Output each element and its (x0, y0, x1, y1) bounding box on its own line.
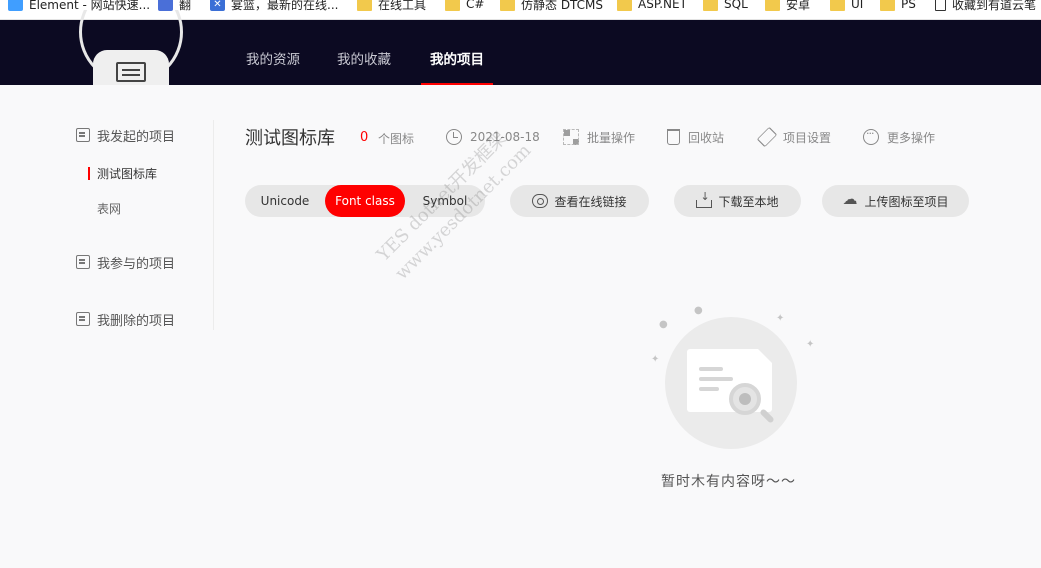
folder-icon (703, 0, 718, 11)
folder-icon (765, 0, 780, 11)
edit-icon (756, 126, 778, 148)
more-icon (863, 127, 879, 145)
sparkle-icon: ✦ (806, 339, 815, 350)
translate-icon (158, 0, 173, 11)
batch-grid-icon (563, 129, 579, 145)
upload-icons-button[interactable]: 上传图标至项目 (822, 185, 969, 217)
bookmark-folder-sql[interactable]: SQL (703, 0, 748, 14)
avatar-badge-icon (116, 62, 146, 82)
bookmark-folder-ps[interactable]: PS (880, 0, 916, 14)
folder-icon (445, 0, 460, 11)
bookmark-folder-aspnet[interactable]: ASP.NET (617, 0, 687, 14)
folder-icon (617, 0, 632, 11)
project-date: 2021-08-18 (446, 127, 540, 147)
search-doc-icon (76, 255, 90, 269)
download-local-button[interactable]: 下载至本地 (674, 185, 801, 217)
bookmark-youdao[interactable]: 收藏到有道云笔 (935, 0, 1036, 14)
download-icon (696, 190, 713, 208)
nav-tab-my-resources[interactable]: 我的资源 (245, 20, 301, 85)
sidebar-group-initiated[interactable]: 我发起的项目 (76, 125, 175, 145)
batch-operation-button[interactable]: 批量操作 (563, 127, 635, 147)
more-operations-button[interactable]: 更多操作 (863, 127, 935, 147)
recycle-bin-button[interactable]: 回收站 (667, 127, 724, 147)
bookmark-folder-ui[interactable]: UI (830, 0, 863, 14)
tab-symbol[interactable]: Symbol (405, 185, 485, 217)
nav-tab-my-projects[interactable]: 我的项目 (421, 20, 493, 85)
folder-icon (880, 0, 895, 11)
edit-doc-icon (76, 128, 90, 142)
top-nav: 我的资源 我的收藏 我的项目 (0, 10, 1041, 85)
tab-font-class[interactable]: Font class (325, 185, 405, 217)
sidebar-item-test-icon-lib[interactable]: 测试图标库 (87, 166, 157, 182)
tab-unicode[interactable]: Unicode (245, 185, 325, 217)
sidebar-item-biaowang[interactable]: 表网 (97, 201, 121, 217)
element-icon (8, 0, 23, 11)
upload-cloud-icon (842, 190, 858, 208)
bookmark-folder-csharp[interactable]: C# (445, 0, 484, 14)
empty-state-text: 暂时木有内容呀～～ (661, 474, 796, 490)
clock-icon (446, 129, 462, 145)
folder-icon (357, 0, 372, 11)
page-icon (935, 0, 946, 11)
sparkle-icon: ✦ (651, 354, 660, 365)
sparkle-icon: ✦ (776, 313, 785, 324)
icon-count-label: 个图标 (378, 132, 415, 146)
view-online-link-button[interactable]: 查看在线链接 (510, 185, 649, 217)
magnifier-icon (729, 383, 761, 415)
folder-icon (830, 0, 845, 11)
sparkle-icon: ● (694, 305, 703, 316)
bookmark-folder-tools[interactable]: 在线工具 (357, 0, 426, 14)
eye-icon (532, 194, 549, 208)
x-icon: ✕ (210, 0, 225, 11)
sidebar-divider (213, 120, 214, 330)
bookmark-folder-android[interactable]: 安卓 (765, 0, 810, 14)
sparkle-icon: ● (659, 319, 668, 330)
trash-icon (667, 129, 680, 145)
delete-doc-icon (76, 312, 90, 326)
sidebar-group-participated[interactable]: 我参与的项目 (76, 252, 175, 272)
bookmark-folder-dtcms[interactable]: 仿静态 DTCMS (500, 0, 603, 14)
folder-icon (500, 0, 515, 11)
avatar[interactable] (76, 10, 186, 85)
sidebar-group-deleted[interactable]: 我删除的项目 (76, 309, 175, 329)
icon-count: 0 (360, 130, 369, 145)
bookmark-x[interactable]: ✕ 宴篮，最新的在线... (210, 0, 338, 14)
project-title: 测试图标库 (245, 128, 335, 149)
nav-tab-my-favorites[interactable]: 我的收藏 (336, 20, 392, 85)
project-settings-button[interactable]: 项目设置 (756, 126, 831, 148)
empty-state-illustration (665, 317, 797, 449)
format-segmented-control: Unicode Font class Symbol (245, 185, 485, 217)
